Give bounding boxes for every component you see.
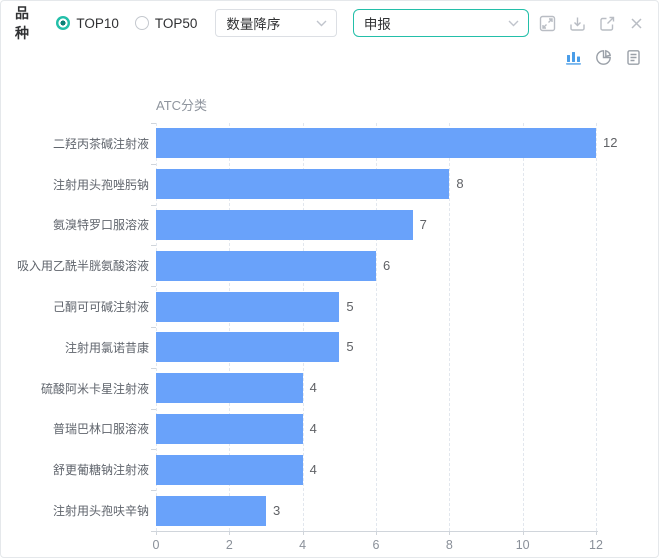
x-axis-tick [376, 531, 377, 535]
window-actions [539, 15, 644, 32]
bar[interactable] [156, 414, 303, 444]
bar[interactable] [156, 210, 413, 240]
x-axis-line [151, 531, 598, 532]
x-axis-tick [229, 531, 231, 535]
bar-value-label: 8 [456, 176, 464, 192]
sort-order-select[interactable]: 数量降序 [215, 9, 337, 37]
bar-value-label: 6 [383, 257, 391, 273]
x-axis-tick [522, 531, 524, 535]
bar-value-label: 7 [419, 217, 427, 232]
radio-top50-label: TOP50 [154, 15, 198, 31]
y-axis-tick [151, 123, 156, 124]
bar[interactable] [156, 250, 376, 281]
bar-value-label: 3 [273, 502, 281, 518]
bar[interactable] [156, 169, 450, 200]
document-icon[interactable] [625, 49, 642, 66]
bar-value-label: 12 [603, 135, 618, 151]
category-label: 普瑞巴林口服溶液 [52, 422, 149, 437]
fullscreen-icon[interactable] [539, 15, 556, 32]
x-axis-tick-label: 12 [589, 538, 603, 552]
category-label: 注射用氯诺昔康 [64, 340, 149, 355]
x-axis-tick-label: 4 [299, 538, 307, 552]
x-axis-tick-label: 0 [152, 538, 160, 552]
bar-value-label: 4 [309, 421, 317, 436]
gridline [596, 123, 597, 531]
chart-panel: 品种 TOP10 TOP50 数量降序 申报 ATC分类 二羟丙茶碱注射液 注射… [0, 0, 659, 558]
y-axis-tick [151, 286, 156, 288]
metric-select[interactable]: 申报 [352, 9, 529, 37]
bar[interactable] [156, 495, 266, 526]
bar-chart-icon[interactable] [565, 49, 582, 66]
y-axis-tick [151, 367, 156, 369]
bar-chart-plot: 12 8 7 6 5 5 4 4 4 3 0 2 4 6 8 10 12 [151, 123, 617, 552]
radio-top10[interactable]: TOP10 [56, 16, 119, 31]
category-label: 注射用头孢呋辛钠 [52, 504, 149, 519]
bar[interactable] [156, 332, 340, 363]
group-label: 品种 [15, 5, 29, 41]
y-axis-labels: 二羟丙茶碱注射液 注射用头孢唑肟钠 氨溴特罗口服溶液吸入用乙酰半胱氨酸溶液己酮可可碱… [7, 123, 149, 531]
sort-order-value: 数量降序 [226, 17, 281, 32]
category-label: 注射用头孢唑肟钠 [52, 177, 149, 192]
category-label: 己酮可可碱注射液 [52, 300, 149, 315]
x-axis-tick-label: 10 [515, 538, 530, 552]
chart-title: ATC分类 [156, 98, 208, 113]
y-axis-tick [151, 163, 156, 165]
x-axis-tick [156, 531, 157, 535]
x-axis-tick [596, 531, 597, 535]
radio-dot-icon [134, 16, 149, 30]
y-axis-tick [151, 490, 156, 492]
radio-top50[interactable]: TOP50 [134, 15, 198, 31]
category-label: 氨溴特罗口服溶液 [52, 218, 149, 233]
bar[interactable] [156, 291, 340, 322]
category-label: 吸入用乙酰半胱氨酸溶液 [16, 259, 149, 274]
download-icon[interactable] [569, 15, 586, 32]
bar-value-label: 5 [346, 298, 354, 314]
gridline [449, 123, 451, 531]
filter-header: 品种 TOP10 TOP50 数量降序 申报 [1, 1, 658, 45]
chevron-down-icon [508, 20, 519, 26]
category-label: 舒更葡糖钠注射液 [52, 463, 149, 478]
view-switcher [565, 49, 642, 66]
y-axis-tick [151, 449, 156, 451]
metric-value: 申报 [363, 17, 391, 32]
x-axis-tick [449, 531, 451, 535]
close-icon[interactable] [629, 16, 644, 31]
radio-top10-label: TOP10 [76, 15, 119, 31]
y-axis-tick [151, 204, 156, 206]
y-axis-tick [151, 408, 156, 410]
bar[interactable] [156, 454, 303, 485]
x-axis-tick [302, 531, 304, 535]
external-link-icon[interactable] [599, 15, 616, 32]
y-axis-tick [151, 245, 156, 247]
bar-value-label: 4 [309, 461, 317, 477]
category-label: 二羟丙茶碱注射液 [52, 136, 149, 151]
x-axis-tick-label: 6 [372, 538, 380, 552]
gridline [522, 123, 524, 531]
radio-dot-icon [56, 16, 71, 30]
bar[interactable] [156, 128, 596, 159]
bar-value-label: 4 [309, 380, 317, 396]
chevron-down-icon [316, 20, 327, 26]
category-label: 硫酸阿米卡星注射液 [40, 381, 149, 396]
bar-value-label: 5 [346, 339, 354, 355]
bar[interactable] [156, 373, 303, 404]
pie-chart-icon[interactable] [595, 49, 612, 66]
x-axis-tick-label: 8 [445, 538, 453, 552]
x-axis-tick-label: 2 [225, 538, 233, 552]
y-axis-tick [151, 327, 156, 328]
